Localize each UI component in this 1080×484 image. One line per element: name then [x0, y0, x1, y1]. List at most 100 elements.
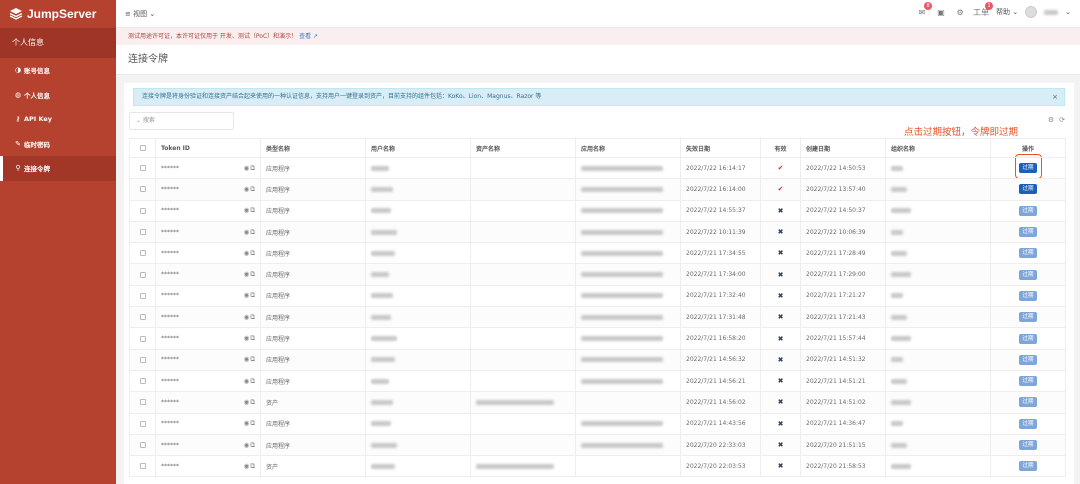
username-redacted[interactable] — [1044, 9, 1059, 15]
type-cell: 应用程序 — [260, 348, 366, 371]
cross-icon: ✖ — [777, 398, 784, 407]
expire-button[interactable]: 过期 — [1019, 269, 1037, 280]
copy-icon[interactable]: ⧉ — [250, 270, 256, 278]
close-icon[interactable]: × — [1052, 89, 1058, 105]
column-header-0[interactable] — [129, 138, 156, 158]
table-row[interactable]: ****** ◉⧉ 应用程序 2022/7/21 14:56:21 ✖ 2022/7/21… — [129, 369, 1066, 393]
sidebar-item-2[interactable]: ⚷ API Key — [0, 107, 116, 132]
copy-icon[interactable]: ⧉ — [250, 291, 256, 299]
table-row[interactable]: ****** ◉⧉ 应用程序 2022/7/22 14:55:37 ✖ 2022/7/22… — [129, 199, 1066, 222]
sidebar-item-4[interactable]: ⚲ 连接令牌 — [0, 156, 116, 181]
org-name-redacted — [891, 186, 907, 192]
row-checkbox[interactable] — [139, 250, 146, 257]
view-menu[interactable]: ≡ 视图 ⌄ — [125, 9, 155, 19]
user-cell — [365, 348, 471, 371]
table-row[interactable]: ****** ◉⧉ 应用程序 2022/7/22 16:14:00 ✔ 2022/7/22… — [129, 178, 1066, 201]
copy-icon[interactable]: ⧉ — [250, 249, 256, 257]
row-checkbox[interactable] — [139, 420, 146, 427]
copy-icon[interactable]: ⧉ — [250, 313, 256, 321]
expire-button[interactable]: 过期 — [1019, 163, 1037, 174]
table-row[interactable]: ****** ◉⧉ 应用程序 2022/7/21 17:31:48 ✖ 2022/7/21… — [129, 306, 1066, 329]
expire-button[interactable]: 过期 — [1019, 440, 1037, 450]
copy-icon[interactable]: ⧉ — [250, 441, 256, 449]
expire-button[interactable]: 过期 — [1019, 205, 1037, 216]
row-checkbox[interactable] — [139, 292, 146, 299]
row-checkbox[interactable] — [139, 229, 146, 236]
sidebar-item-3[interactable]: ✎ 临时密码 — [0, 132, 116, 157]
app-cell — [575, 306, 681, 329]
web-terminal-icon[interactable]: ▣ — [935, 6, 947, 18]
row-checkbox[interactable] — [139, 463, 146, 470]
row-checkbox[interactable] — [139, 442, 146, 448]
copy-icon[interactable]: ⧉ — [250, 377, 256, 385]
asset-name-redacted[interactable] — [476, 463, 554, 469]
asset-name-redacted[interactable] — [476, 399, 554, 405]
table-row[interactable]: ****** ◉⧉ 应用程序 2022/7/20 22:33:03 ✖ 2022/7/20… — [129, 433, 1066, 457]
expire-button[interactable]: 过期 — [1019, 397, 1037, 408]
chevron-down-icon[interactable]: ⌄ — [1065, 8, 1071, 16]
action-cell: 过期 — [990, 391, 1066, 414]
row-checkbox[interactable] — [139, 165, 146, 172]
valid-cell: ✖ — [760, 412, 801, 435]
gear-icon[interactable]: ⚙ — [1048, 116, 1059, 124]
mail-icon[interactable]: ✉ 8 — [916, 2, 933, 18]
table-row[interactable]: ****** ◉⧉ 应用程序 2022/7/21 14:43:56 ✖ 2022/7/21… — [129, 412, 1066, 435]
sidebar-item-0[interactable]: ◑ 账号信息 — [0, 58, 116, 83]
expire-button[interactable]: 过期 — [1019, 312, 1037, 323]
select-all-checkbox[interactable] — [139, 145, 146, 151]
type-cell: 应用程序 — [260, 433, 366, 457]
copy-icon[interactable]: ⧉ — [250, 228, 256, 236]
copy-icon[interactable]: ⧉ — [250, 355, 256, 363]
row-checkbox[interactable] — [139, 186, 146, 193]
row-checkbox[interactable] — [139, 356, 146, 363]
row-checkbox[interactable] — [139, 207, 146, 214]
table-row[interactable]: ****** ◉⧉ 应用程序 2022/7/21 17:34:55 ✖ 2022/7/21… — [129, 242, 1066, 265]
brand-logo[interactable]: JumpServer — [0, 0, 116, 28]
copy-icon[interactable]: ⧉ — [250, 334, 256, 342]
table-row[interactable]: ****** ◉⧉ 应用程序 2022/7/22 16:14:17 ✔ 2022/7/22… — [129, 156, 1066, 180]
table-row[interactable]: ****** ◉⧉ 资产 2022/7/21 14:56:02 ✖ 2022/7/21 1… — [129, 391, 1066, 414]
refresh-icon[interactable]: ⟳ — [1059, 116, 1070, 124]
action-cell: 过期 — [990, 156, 1066, 180]
copy-icon[interactable]: ⧉ — [250, 398, 256, 406]
expire-button[interactable]: 过期 — [1019, 461, 1037, 472]
row-checkbox[interactable] — [139, 335, 146, 342]
copy-icon[interactable]: ⧉ — [250, 419, 256, 427]
expire-button[interactable]: 过期 — [1019, 376, 1037, 387]
valid-cell: ✖ — [760, 369, 801, 393]
row-checkbox[interactable] — [139, 314, 146, 321]
expire-button[interactable]: 过期 — [1019, 227, 1037, 238]
expire-button[interactable]: 过期 — [1019, 418, 1037, 429]
row-checkbox[interactable] — [139, 378, 146, 385]
expire-button[interactable]: 过期 — [1019, 354, 1037, 365]
expire-button[interactable]: 过期 — [1019, 248, 1037, 259]
settings-icon[interactable]: ⚙ — [954, 6, 966, 18]
avatar[interactable] — [1025, 6, 1038, 18]
copy-icon[interactable]: ⧉ — [250, 462, 256, 470]
username-redacted — [371, 186, 393, 192]
sidebar-section-profile[interactable]: 个人信息 — [0, 28, 116, 58]
row-checkbox[interactable] — [139, 271, 146, 278]
expire-button[interactable]: 过期 — [1019, 184, 1037, 195]
table-row[interactable]: ****** ◉⧉ 资产 2022/7/20 22:03:53 ✖ 2022/7/20 2… — [129, 455, 1066, 478]
sidebar-item-1[interactable]: ◍ 个人信息 — [0, 83, 116, 108]
table-row[interactable]: ****** ◉⧉ 应用程序 2022/7/21 14:56:32 ✖ 2022/7/21… — [129, 348, 1066, 371]
tickets-menu[interactable]: 工单 1 — [973, 2, 994, 18]
info-alert: 连接令牌是将身份验证和连接资产结合起来使用的一种认证信息，支持用户一键登录到资产… — [133, 88, 1065, 106]
expire-button[interactable]: 过期 — [1019, 290, 1037, 301]
license-view-link[interactable]: 查看 ↗ — [299, 33, 318, 40]
copy-icon[interactable]: ⧉ — [250, 185, 256, 193]
app-cell — [575, 178, 681, 201]
copy-icon[interactable]: ⧉ — [250, 206, 256, 214]
copy-icon[interactable]: ⧉ — [250, 164, 256, 172]
type-cell: 应用程序 — [260, 369, 366, 393]
search-input[interactable]: ⌄ 搜索 — [129, 112, 234, 130]
table-row[interactable]: ****** ◉⧉ 应用程序 2022/7/21 17:32:40 ✖ 2022/7/21… — [129, 284, 1066, 308]
table-row[interactable]: ****** ◉⧉ 应用程序 2022/7/21 17:34:00 ✖ 2022/7/21… — [129, 263, 1066, 286]
expire-button[interactable]: 过期 — [1019, 333, 1037, 344]
table-row[interactable]: ****** ◉⧉ 应用程序 2022/7/22 10:11:39 ✖ 2022/7/22… — [129, 220, 1066, 244]
help-menu[interactable]: 帮助 ⌄ — [996, 7, 1018, 17]
table-row[interactable]: ****** ◉⧉ 应用程序 2022/7/21 16:58:20 ✖ 2022/7/21… — [129, 327, 1066, 350]
token-id: ****** — [161, 398, 179, 406]
row-checkbox[interactable] — [139, 399, 146, 406]
